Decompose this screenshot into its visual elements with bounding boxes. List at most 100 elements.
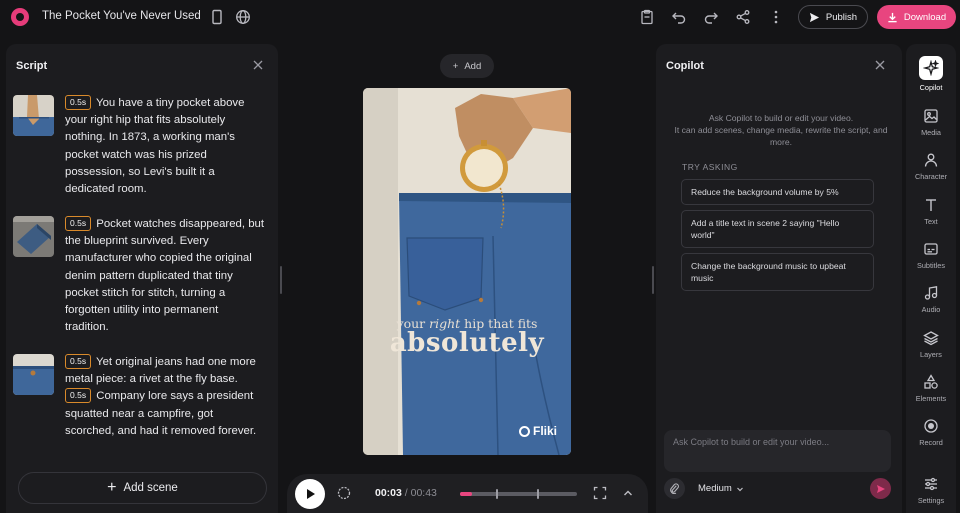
rail-label: Character (914, 172, 948, 181)
timeline-progress (460, 492, 472, 496)
scene-marker[interactable] (537, 489, 539, 499)
copilot-intro: Ask Copilot to build or edit your video.… (674, 113, 888, 148)
rail-label: Text (924, 217, 938, 226)
top-bar: The Pocket You've Never Used Publish Dow… (0, 0, 960, 34)
quality-value: Medium (698, 483, 732, 494)
globe-icon[interactable] (235, 9, 251, 25)
rail-item-text[interactable]: Text (906, 193, 956, 233)
copilot-title: Copilot (666, 60, 704, 72)
add-scene-top-button[interactable]: + Add (440, 54, 494, 78)
video-preview[interactable]: your right hip that fits absolutely Flik… (363, 88, 571, 455)
time-separator: / (404, 487, 408, 499)
sparkles-icon (919, 56, 943, 80)
scene-script: Company lore says a president squatted n… (65, 390, 257, 437)
caption-line-2: absolutely (389, 328, 545, 358)
paperclip-icon (670, 483, 679, 494)
rail-item-audio[interactable]: Audio (906, 281, 956, 321)
rail-label: Copilot (919, 83, 943, 92)
fullscreen-icon[interactable] (593, 486, 607, 500)
video-frame-illustration (363, 88, 571, 455)
project-title[interactable]: The Pocket You've Never Used (42, 10, 201, 22)
copilot-panel: Copilot Ask Copilot to build or edit you… (656, 44, 902, 513)
total-time: 00:43 (410, 487, 437, 499)
rail-label: Subtitles (917, 261, 945, 270)
rail-item-media[interactable]: Media (906, 104, 956, 144)
right-resize-handle[interactable] (652, 266, 654, 294)
download-button[interactable]: Download (877, 5, 956, 29)
send-button[interactable] (870, 478, 891, 499)
aspect-ratio-icon[interactable] (209, 9, 225, 25)
scene-marker[interactable] (496, 489, 498, 499)
copilot-input[interactable] (673, 437, 883, 447)
scene-thumbnail[interactable] (13, 354, 54, 395)
rail-label: Record (919, 438, 943, 447)
rail-item-settings[interactable]: Settings (906, 472, 956, 512)
duration-badge[interactable]: 0.5s (65, 95, 92, 110)
duration-badge[interactable]: 0.5s (65, 354, 92, 369)
shapes-icon (923, 374, 939, 390)
plus-icon: + (107, 479, 117, 496)
try-asking-label: TRY ASKING (682, 162, 738, 172)
rail-item-copilot[interactable]: Copilot (906, 44, 956, 92)
scene-thumbnail[interactable] (13, 95, 54, 136)
rail-item-layers[interactable]: Layers (906, 326, 956, 366)
rail-item-subtitles[interactable]: Subtitles (906, 237, 956, 277)
clipboard-icon[interactable] (639, 9, 655, 25)
music-note-icon (923, 285, 939, 301)
redo-icon[interactable] (703, 9, 719, 25)
add-scene-label: Add scene (123, 482, 178, 494)
rail-item-record[interactable]: Record (906, 414, 956, 454)
close-icon[interactable] (874, 59, 886, 71)
rail-label: Audio (921, 305, 941, 314)
scene-thumbnail[interactable] (13, 216, 54, 257)
duration-badge[interactable]: 0.5s (65, 216, 92, 231)
play-button[interactable] (295, 479, 325, 509)
share-icon[interactable] (735, 9, 751, 25)
plus-icon: + (452, 60, 459, 72)
replay-icon[interactable] (337, 486, 351, 500)
script-panel-title: Script (16, 60, 48, 72)
scene-script: Yet original jeans had one more metal pi… (65, 356, 256, 386)
suggestion-chip[interactable]: Change the background music to upbeat mu… (681, 253, 874, 291)
app-logo[interactable] (11, 8, 29, 26)
person-icon (923, 152, 939, 168)
record-icon (923, 418, 939, 434)
copilot-chat-box[interactable] (664, 430, 891, 472)
add-label: Add (464, 60, 482, 72)
rail-item-elements[interactable]: Elements (906, 370, 956, 410)
suggestion-chip[interactable]: Reduce the background volume by 5% (681, 179, 874, 205)
script-panel: Script 0.5s You have a tiny pocket above… (6, 44, 278, 513)
rail-item-character[interactable]: Character (906, 148, 956, 188)
player-controls: 00:03 / 00:43 (287, 474, 648, 513)
scene-text[interactable]: 0.5s Pocket watches disappeared, but the… (65, 216, 265, 336)
more-options-icon[interactable] (768, 9, 784, 25)
tools-rail: Copilot Media Character Text Subtitles A… (906, 44, 956, 513)
text-icon (923, 197, 939, 213)
scene-script: Pocket watches disappeared, but the blue… (65, 218, 265, 334)
chevron-up-icon[interactable] (621, 486, 635, 500)
rail-label: Media (921, 128, 941, 137)
attach-button[interactable] (664, 478, 685, 499)
current-time: 00:03 (375, 487, 402, 499)
image-icon (923, 108, 939, 124)
download-icon (887, 12, 898, 23)
preview-area: + Add your right hip that fits absolutel… (282, 44, 652, 513)
timeline-scrubber[interactable] (460, 489, 577, 499)
publish-label: Publish (825, 11, 858, 23)
playback-time: 00:03 / 00:43 (375, 487, 437, 499)
scene-text[interactable]: 0.5s You have a tiny pocket above your r… (65, 95, 265, 198)
watermark-text: Fliki (532, 424, 557, 438)
layers-icon (923, 330, 939, 346)
undo-icon[interactable] (671, 9, 687, 25)
quality-select[interactable]: Medium (698, 483, 744, 494)
rail-label: Settings (917, 496, 945, 505)
scene-text[interactable]: 0.5s Yet original jeans had one more met… (65, 354, 265, 440)
publish-button[interactable]: Publish (798, 5, 868, 29)
suggestion-chip[interactable]: Add a title text in scene 2 saying "Hell… (681, 210, 874, 248)
send-icon (877, 485, 885, 493)
sliders-icon (923, 476, 939, 492)
add-scene-button[interactable]: + Add scene (18, 472, 267, 504)
send-icon (809, 12, 820, 23)
duration-badge[interactable]: 0.5s (65, 388, 92, 404)
close-icon[interactable] (252, 59, 264, 71)
